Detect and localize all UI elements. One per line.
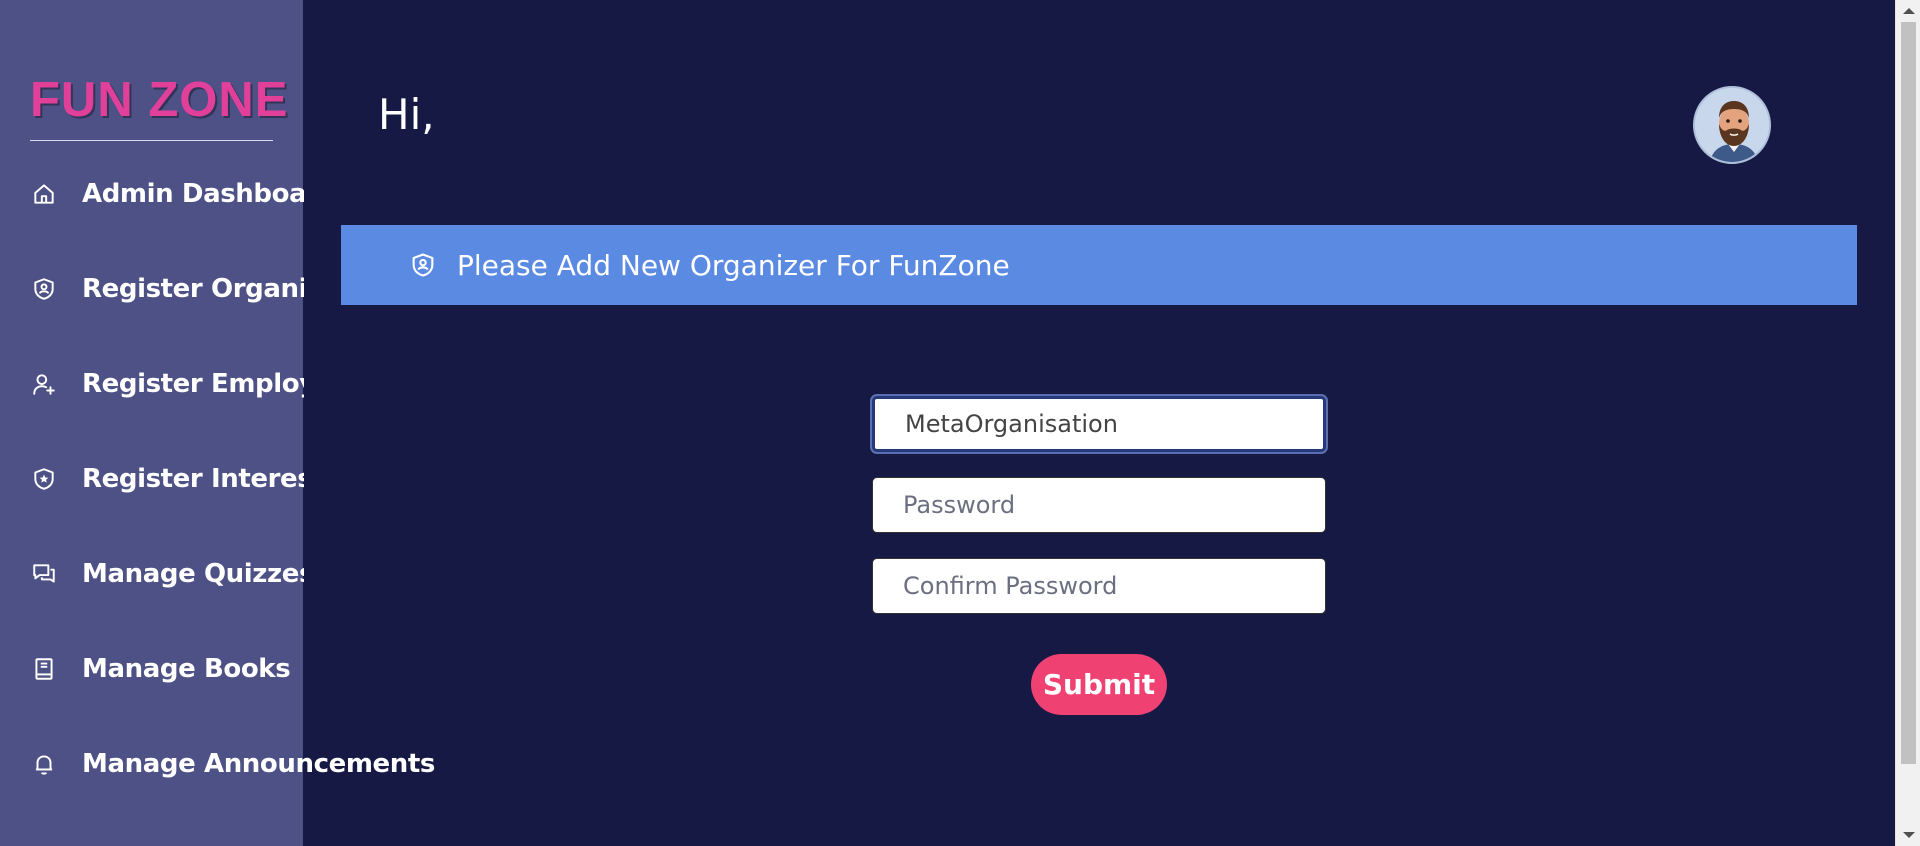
sidebar-item-manage-announcements[interactable]: Manage Announcements xyxy=(30,744,435,784)
sidebar-item-manage-quizzes[interactable]: Manage Quizzes xyxy=(30,554,304,594)
brand-divider xyxy=(30,140,273,141)
greeting-text: Hi, xyxy=(378,90,435,139)
bell-icon xyxy=(30,750,58,778)
shield-user-icon xyxy=(30,275,58,303)
scroll-thumb[interactable] xyxy=(1901,22,1916,764)
book-icon xyxy=(30,655,58,683)
vertical-scrollbar[interactable] xyxy=(1895,0,1920,846)
sidebar-item-label: Manage Books xyxy=(82,654,291,684)
user-avatar[interactable] xyxy=(1693,86,1771,164)
organizer-name-input[interactable] xyxy=(872,396,1326,452)
sidebar-item-label: Manage Announcements xyxy=(82,749,435,779)
chat-icon xyxy=(30,560,58,588)
sidebar: FUN ZONE xyxy=(0,0,303,846)
sidebar-item-label: Manage Quizzes xyxy=(82,559,304,589)
submit-button[interactable]: Submit xyxy=(1031,654,1167,715)
confirm-password-input[interactable] xyxy=(872,558,1326,614)
shield-star-icon xyxy=(30,465,58,493)
user-add-icon xyxy=(30,370,58,398)
scroll-down-icon[interactable] xyxy=(1903,832,1915,838)
sidebar-item-register-organizer[interactable]: Register Organizer xyxy=(30,269,304,309)
scroll-up-icon[interactable] xyxy=(1903,8,1915,14)
info-banner: Please Add New Organizer For FunZone xyxy=(341,225,1857,305)
sidebar-item-manage-books[interactable]: Manage Books xyxy=(30,649,290,689)
password-input[interactable] xyxy=(872,477,1326,533)
sidebar-item-admin-dashboard[interactable]: Admin Dashboard xyxy=(30,174,304,214)
sidebar-item-register-interest[interactable]: Register Interest xyxy=(30,459,304,499)
sidebar-item-label: Register Interest xyxy=(82,464,304,494)
sidebar-item-register-employee[interactable]: Register Employee xyxy=(30,364,304,404)
sidebar-item-label: Register Employee xyxy=(82,369,304,399)
bearded-man-avatar-icon xyxy=(1695,88,1769,162)
brand-logo: FUN ZONE xyxy=(30,73,289,127)
sidebar-item-label: Admin Dashboard xyxy=(82,179,304,209)
home-icon xyxy=(30,180,58,208)
sidebar-item-label: Register Organizer xyxy=(82,274,304,304)
shield-user-icon xyxy=(409,251,437,279)
banner-text: Please Add New Organizer For FunZone xyxy=(457,248,1010,282)
